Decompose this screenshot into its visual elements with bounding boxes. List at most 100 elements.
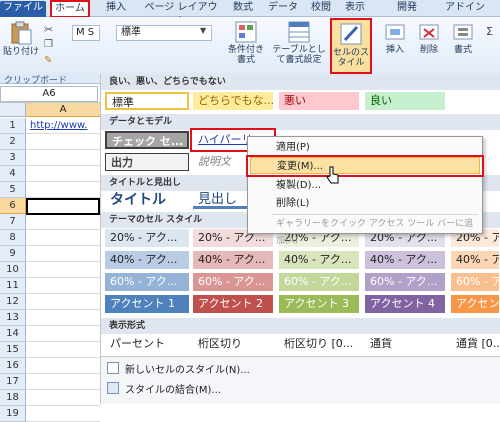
theme-style-tile[interactable]: アクセント 2 (193, 295, 273, 313)
style-percent[interactable]: パーセント (105, 335, 189, 353)
tab-review[interactable]: 校閲 (308, 1, 334, 17)
cell-a[interactable] (26, 214, 100, 230)
style-heading[interactable]: 見出し (193, 191, 253, 209)
style-comma[interactable]: 桁区切り (193, 335, 273, 353)
tab-home[interactable]: ホーム (50, 0, 90, 18)
theme-style-tile[interactable]: アクセント 4 (365, 295, 445, 313)
cell-a[interactable] (26, 278, 100, 294)
font-name-box[interactable]: M S (72, 25, 100, 41)
tab-file[interactable]: ファイル (0, 1, 46, 17)
row-header[interactable]: 7 (0, 214, 26, 230)
number-format-select[interactable]: 標準 (116, 25, 212, 41)
row-header[interactable]: 17 (0, 374, 26, 390)
row-header[interactable]: 12 (0, 294, 26, 310)
name-box[interactable]: A6 (0, 86, 98, 102)
theme-style-tile[interactable]: 40% - アク... (451, 251, 499, 269)
row-header[interactable]: 9 (0, 246, 26, 262)
row-header[interactable]: 2 (0, 134, 26, 150)
merge-styles-link[interactable]: スタイルの結合(M)... (125, 381, 221, 396)
style-comma-0[interactable]: 桁区切り [0... (279, 335, 359, 353)
cell-a[interactable] (26, 294, 100, 310)
hand-cursor-icon (326, 166, 339, 184)
theme-style-tile[interactable]: 40% - アク... (105, 251, 189, 269)
theme-style-tile[interactable]: 60% - アク... (279, 273, 359, 291)
style-currency[interactable]: 通貨 (365, 335, 445, 353)
row-header[interactable]: 5 (0, 182, 26, 198)
row-header[interactable]: 15 (0, 342, 26, 358)
theme-style-tile[interactable]: アクセント 5 (451, 295, 499, 313)
style-check-cell[interactable]: チェック セ... (105, 131, 189, 149)
row-header[interactable]: 16 (0, 358, 26, 374)
cell-a[interactable] (26, 262, 100, 278)
new-cell-style-link[interactable]: 新しいセルのスタイル(N)... (125, 361, 250, 376)
style-normal[interactable]: 標準 (105, 92, 189, 110)
menu-item-delete[interactable]: 削除(L) (250, 195, 480, 212)
cell-a[interactable] (26, 310, 100, 326)
style-bad[interactable]: 悪い (279, 92, 359, 110)
copy-icon[interactable]: ❐ (44, 39, 53, 50)
row-header[interactable]: 13 (0, 310, 26, 326)
theme-style-tile[interactable]: アクセント 3 (279, 295, 359, 313)
cell-a[interactable] (26, 182, 100, 198)
row-header[interactable]: 1 (0, 118, 26, 134)
style-title[interactable]: タイトル (105, 191, 189, 209)
select-all-corner[interactable] (0, 103, 26, 117)
theme-style-tile[interactable]: 20% - アク... (105, 229, 189, 247)
style-good[interactable]: 良い (365, 92, 445, 110)
style-neutral[interactable]: どちらでもな... (193, 92, 273, 110)
cell-a[interactable] (26, 150, 100, 166)
menu-item-modify[interactable]: 変更(M)... (250, 157, 480, 174)
row-header[interactable]: 10 (0, 262, 26, 278)
theme-style-tile[interactable]: 60% - アク... (365, 273, 445, 291)
cell-a[interactable] (26, 230, 100, 246)
row-header[interactable]: 6 (0, 198, 26, 214)
section-number-format: 表示形式 (101, 318, 500, 334)
cell-a[interactable] (26, 374, 100, 390)
active-cell-a6[interactable] (26, 198, 100, 215)
cell-a[interactable] (26, 342, 100, 358)
cell-styles-icon (340, 23, 362, 45)
delete-cells-button[interactable]: 削除 (414, 21, 444, 55)
theme-style-tile[interactable]: 40% - アク... (365, 251, 445, 269)
tab-addins[interactable]: アドイン (440, 1, 490, 17)
row-header[interactable]: 19 (0, 406, 26, 422)
tab-formulas[interactable]: 数式 (230, 1, 256, 17)
cell-a[interactable] (26, 134, 100, 150)
tab-data[interactable]: データ (266, 1, 300, 17)
cut-icon[interactable]: ✂ (44, 23, 53, 36)
cell-a[interactable] (26, 406, 100, 422)
tab-developer[interactable]: 開発 (394, 1, 420, 17)
cell-a[interactable] (26, 358, 100, 374)
tab-insert[interactable]: 挿入 (102, 1, 130, 17)
table-format-button[interactable]: テーブルとして書式設定 (272, 21, 326, 65)
format-cells-button[interactable]: 書式 (448, 21, 478, 55)
conditional-format-button[interactable]: 条件付き書式 (226, 21, 266, 65)
theme-style-tile[interactable]: 60% - アク... (451, 273, 499, 291)
menu-item-duplicate[interactable]: 複製(D)... (250, 177, 480, 194)
theme-style-tile[interactable]: 40% - アク... (279, 251, 359, 269)
sum-icon[interactable]: Σ (486, 25, 493, 38)
row-header[interactable]: 14 (0, 326, 26, 342)
style-currency-0[interactable]: 通貨 [0... (451, 335, 499, 353)
theme-style-tile[interactable]: アクセント 1 (105, 295, 189, 313)
cell-styles-button[interactable]: セルのスタイル (330, 18, 372, 74)
row-header[interactable]: 4 (0, 166, 26, 182)
style-output[interactable]: 出力 (105, 153, 189, 171)
row-header[interactable]: 3 (0, 150, 26, 166)
theme-style-tile[interactable]: 60% - アク... (193, 273, 273, 291)
theme-style-tile[interactable]: 40% - アク... (193, 251, 273, 269)
cell-a[interactable] (26, 246, 100, 262)
row-header[interactable]: 11 (0, 278, 26, 294)
paste-button[interactable]: 貼り付け (3, 21, 39, 57)
row-header[interactable]: 8 (0, 230, 26, 246)
menu-item-apply[interactable]: 適用(P) (250, 139, 480, 156)
format-painter-icon[interactable]: ✎ (44, 55, 52, 66)
cell-a1-hyperlink[interactable]: http://www. (30, 118, 100, 134)
column-header-a[interactable]: A (26, 103, 100, 117)
theme-style-tile[interactable]: 60% - アク... (105, 273, 189, 291)
tab-view[interactable]: 表示 (342, 1, 368, 17)
cell-a[interactable] (26, 326, 100, 342)
insert-cells-button[interactable]: 挿入 (380, 21, 410, 55)
cell-a[interactable] (26, 166, 100, 182)
tab-page-layout[interactable]: ページ レイアウト (140, 1, 222, 27)
